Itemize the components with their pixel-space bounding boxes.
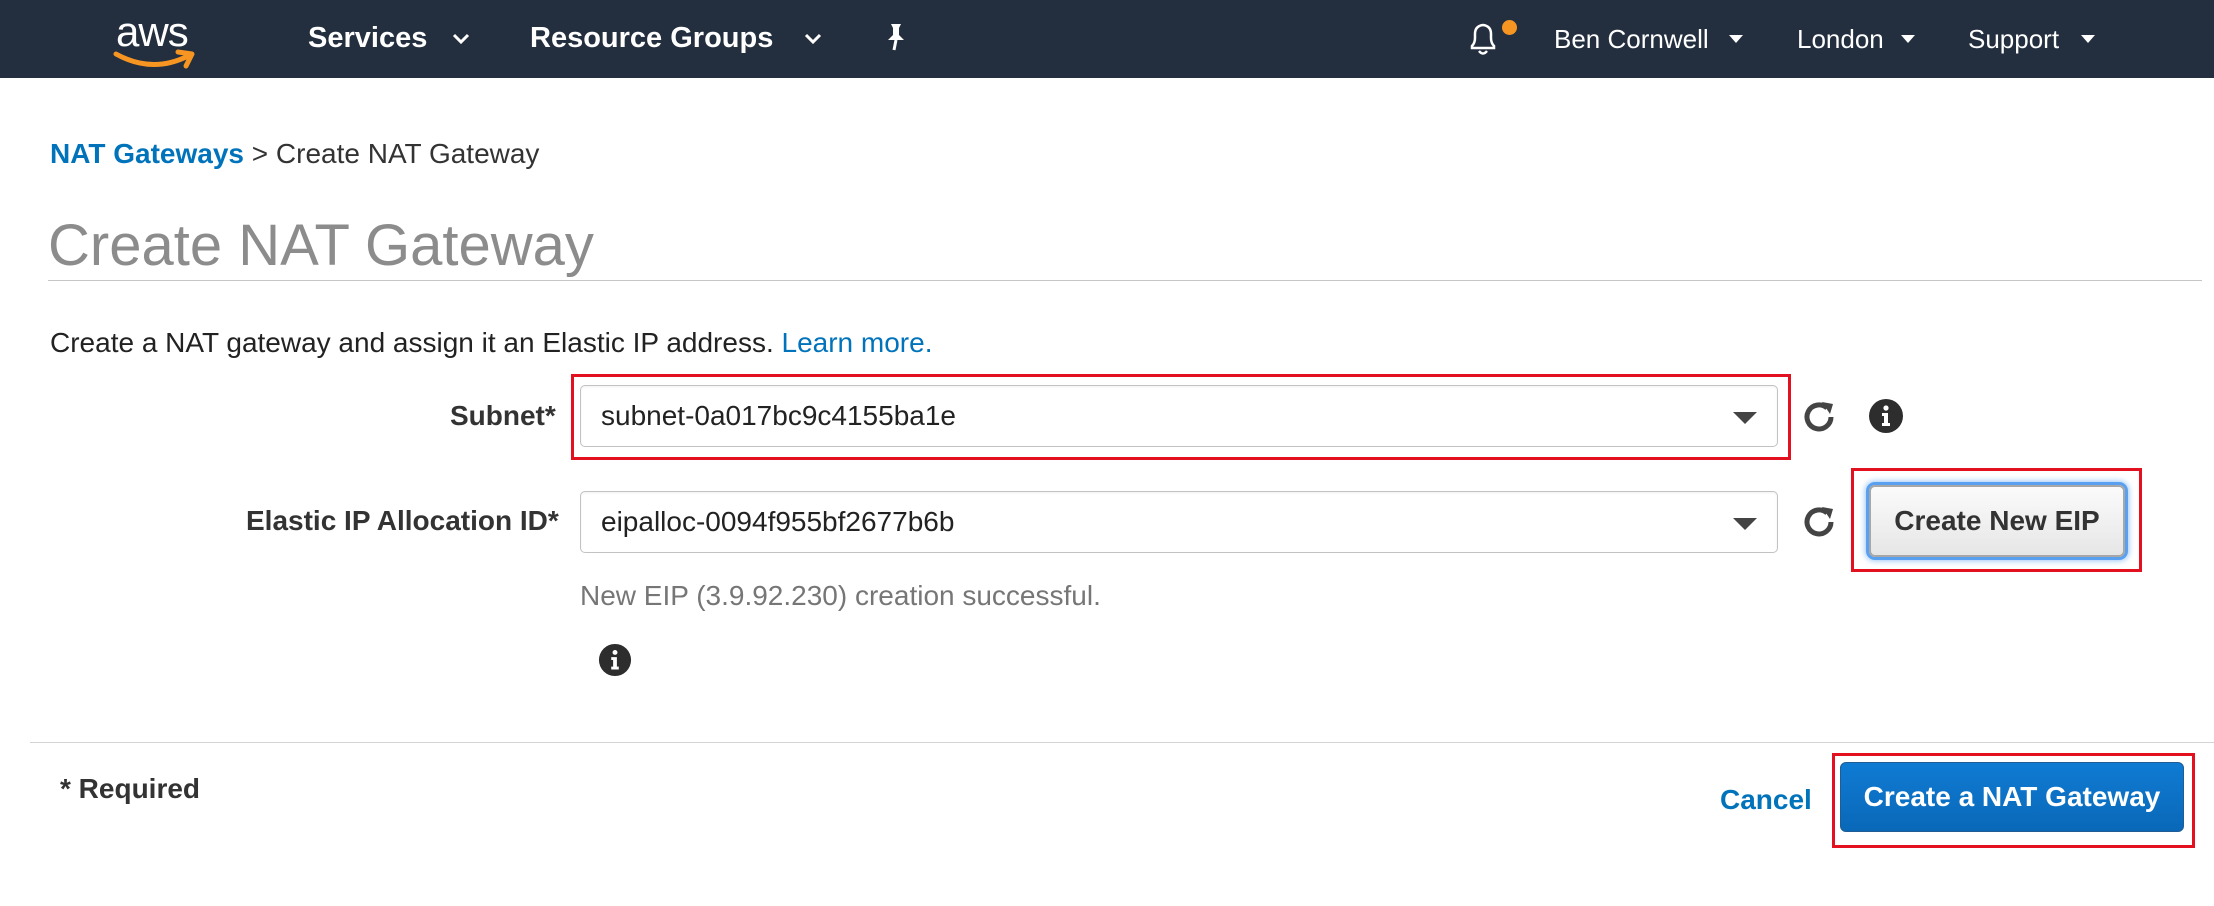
- aws-logo[interactable]: aws: [112, 8, 208, 69]
- resource-groups-menu[interactable]: Resource Groups: [530, 22, 773, 55]
- footer-divider: [30, 742, 2214, 743]
- subnet-refresh-icon[interactable]: [1800, 398, 1838, 436]
- subnet-label: Subnet*: [450, 400, 556, 431]
- eip-status-message: New EIP (3.9.92.230) creation successful…: [580, 580, 1101, 611]
- region-caret-down-icon: [1901, 35, 1915, 43]
- intro-text: Create a NAT gateway and assign it an El…: [50, 327, 932, 359]
- breadcrumb-current: Create NAT Gateway: [275, 138, 540, 169]
- eip-allocation-select[interactable]: eipalloc-0094f955bf2677b6b: [580, 491, 1778, 553]
- eip-info-icon[interactable]: [598, 643, 632, 677]
- breadcrumb-nat-gateways-link[interactable]: NAT Gateways: [50, 138, 244, 169]
- resource-groups-chevron-down-icon: [804, 33, 822, 45]
- eip-refresh-icon[interactable]: [1800, 503, 1838, 541]
- region-menu[interactable]: London: [1797, 24, 1884, 55]
- eip-dropdown-caret-icon: [1733, 518, 1757, 530]
- services-menu[interactable]: Services: [308, 22, 427, 55]
- support-menu[interactable]: Support: [1968, 24, 2059, 55]
- eip-allocation-label: Elastic IP Allocation ID*: [246, 505, 559, 536]
- notifications-bell-icon[interactable]: [1466, 20, 1502, 58]
- pin-icon[interactable]: [882, 22, 910, 52]
- services-chevron-down-icon: [452, 33, 470, 45]
- create-eip-highlight-box: [1851, 468, 2142, 572]
- notification-dot: [1502, 20, 1517, 35]
- support-caret-down-icon: [2081, 35, 2095, 43]
- create-nat-gateway-highlight-box: [1832, 753, 2195, 848]
- breadcrumb-separator: >: [251, 138, 269, 169]
- title-divider: [48, 280, 2202, 281]
- required-fields-note: * Required: [60, 773, 201, 804]
- top-navigation-bar: aws Services Resource Groups Ben Cornwel…: [0, 0, 2214, 78]
- subnet-highlight-box: [571, 374, 1791, 460]
- aws-smile-icon: [113, 49, 195, 69]
- intro-description: Create a NAT gateway and assign it an El…: [50, 327, 774, 358]
- account-menu[interactable]: Ben Cornwell: [1554, 24, 1709, 55]
- cancel-button[interactable]: Cancel: [1720, 784, 1812, 816]
- account-caret-down-icon: [1729, 35, 1743, 43]
- breadcrumb: NAT Gateways > Create NAT Gateway: [50, 138, 539, 170]
- eip-allocation-selected-value: eipalloc-0094f955bf2677b6b: [601, 506, 955, 537]
- page-title: Create NAT Gateway: [48, 213, 594, 278]
- learn-more-link[interactable]: Learn more.: [782, 327, 933, 358]
- subnet-info-icon[interactable]: [1868, 398, 1904, 434]
